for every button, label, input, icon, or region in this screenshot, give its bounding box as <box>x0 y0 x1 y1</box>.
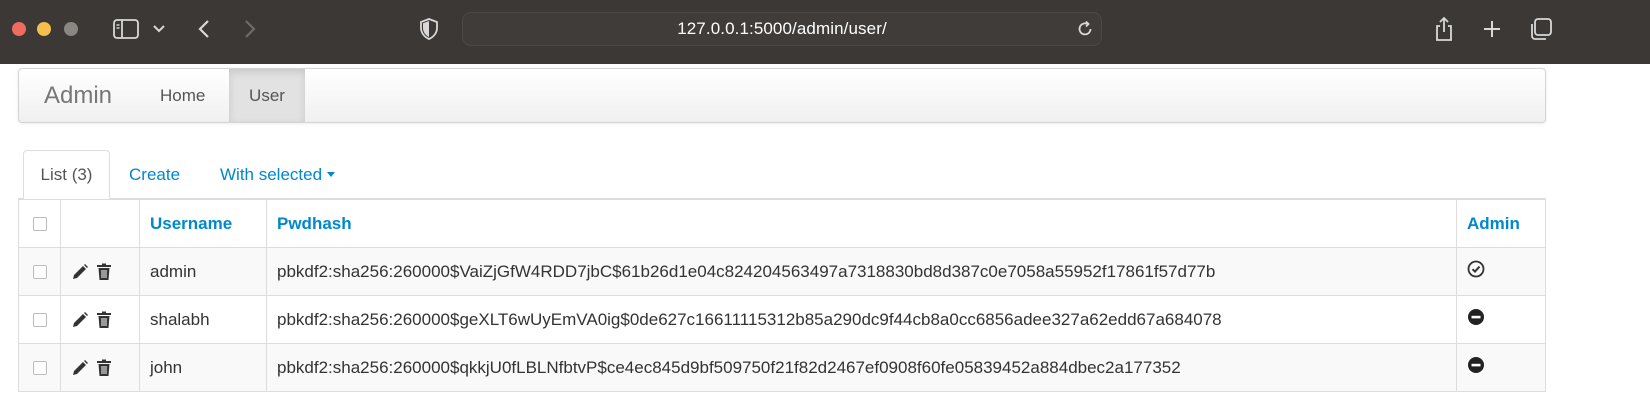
with-selected-label: With selected <box>220 164 323 184</box>
admin-cell <box>1456 343 1546 392</box>
pwdhash-cell: pbkdf2:sha256:260000$VaiZjGfW4RDD7jbC$61… <box>266 247 1457 296</box>
minus-circle-icon <box>1467 308 1485 326</box>
sidebar-icon[interactable] <box>110 14 142 44</box>
share-icon[interactable] <box>1432 14 1456 44</box>
table-row: john pbkdf2:sha256:260000$qkkjU0fLBLNfbt… <box>18 343 1546 392</box>
username-cell: admin <box>139 247 267 296</box>
username-header[interactable]: Username <box>139 199 267 248</box>
pwdhash-header[interactable]: Pwdhash <box>266 199 1457 248</box>
minus-circle-icon <box>1467 356 1485 374</box>
row-actions <box>60 295 140 344</box>
browser-toolbar: 127.0.0.1:5000/admin/user/ <box>0 0 1650 64</box>
pencil-icon[interactable] <box>71 311 89 329</box>
pencil-icon[interactable] <box>71 263 89 281</box>
user-table: Username Pwdhash Admin admin pbkdf2:sha2… <box>18 199 1546 392</box>
pwdhash-cell: pbkdf2:sha256:260000$geXLT6wUyEmVA0ig$0d… <box>266 295 1457 344</box>
row-checkbox[interactable] <box>32 361 47 376</box>
table-row: shalabh pbkdf2:sha256:260000$geXLT6wUyEm… <box>18 295 1546 344</box>
username-cell: john <box>139 343 267 392</box>
admin-cell <box>1456 295 1546 344</box>
table-header-row: Username Pwdhash Admin <box>18 199 1546 248</box>
tabs-overview-icon[interactable] <box>1527 14 1555 44</box>
zoom-window-button[interactable] <box>64 22 78 36</box>
shield-icon[interactable] <box>418 14 440 44</box>
row-select-cell <box>18 295 61 344</box>
back-arrow-icon[interactable] <box>194 14 214 44</box>
with-selected-dropdown[interactable]: With selected <box>220 150 336 199</box>
table-row: admin pbkdf2:sha256:260000$VaiZjGfW4RDD7… <box>18 247 1546 296</box>
row-checkbox[interactable] <box>32 313 47 328</box>
list-tabs: List (3) Create With selected <box>18 150 1546 200</box>
trash-icon[interactable] <box>96 311 112 329</box>
row-actions <box>60 343 140 392</box>
check-circle-icon <box>1467 260 1485 278</box>
address-bar[interactable]: 127.0.0.1:5000/admin/user/ <box>462 12 1102 46</box>
close-window-button[interactable] <box>12 22 26 36</box>
row-select-cell <box>18 343 61 392</box>
new-tab-icon[interactable] <box>1480 14 1504 44</box>
tab-create[interactable]: Create <box>129 150 180 199</box>
admin-navbar: Admin Home User <box>18 68 1546 123</box>
row-actions <box>60 247 140 296</box>
chevron-down-icon[interactable] <box>150 14 168 44</box>
pwdhash-cell: pbkdf2:sha256:260000$qkkjU0fLBLNfbtvP$ce… <box>266 343 1457 392</box>
url-text: 127.0.0.1:5000/admin/user/ <box>677 19 887 38</box>
trash-icon[interactable] <box>96 263 112 281</box>
username-cell: shalabh <box>139 295 267 344</box>
brand-logo[interactable]: Admin <box>44 82 112 110</box>
tab-list[interactable]: List (3) <box>23 150 110 200</box>
row-checkbox[interactable] <box>32 265 47 280</box>
trash-icon[interactable] <box>96 359 112 377</box>
row-select-cell <box>18 247 61 296</box>
nav-home[interactable]: Home <box>141 69 224 122</box>
select-all-cell <box>18 199 61 248</box>
reload-icon[interactable] <box>1075 19 1095 44</box>
pencil-icon[interactable] <box>71 359 89 377</box>
nav-user[interactable]: User <box>229 69 305 122</box>
actions-header <box>60 199 140 248</box>
admin-header[interactable]: Admin <box>1456 199 1546 248</box>
admin-cell <box>1456 247 1546 296</box>
forward-arrow-icon[interactable] <box>240 14 260 44</box>
caret-down-icon <box>327 172 336 177</box>
minimize-window-button[interactable] <box>37 22 51 36</box>
select-all-checkbox[interactable] <box>32 217 47 232</box>
